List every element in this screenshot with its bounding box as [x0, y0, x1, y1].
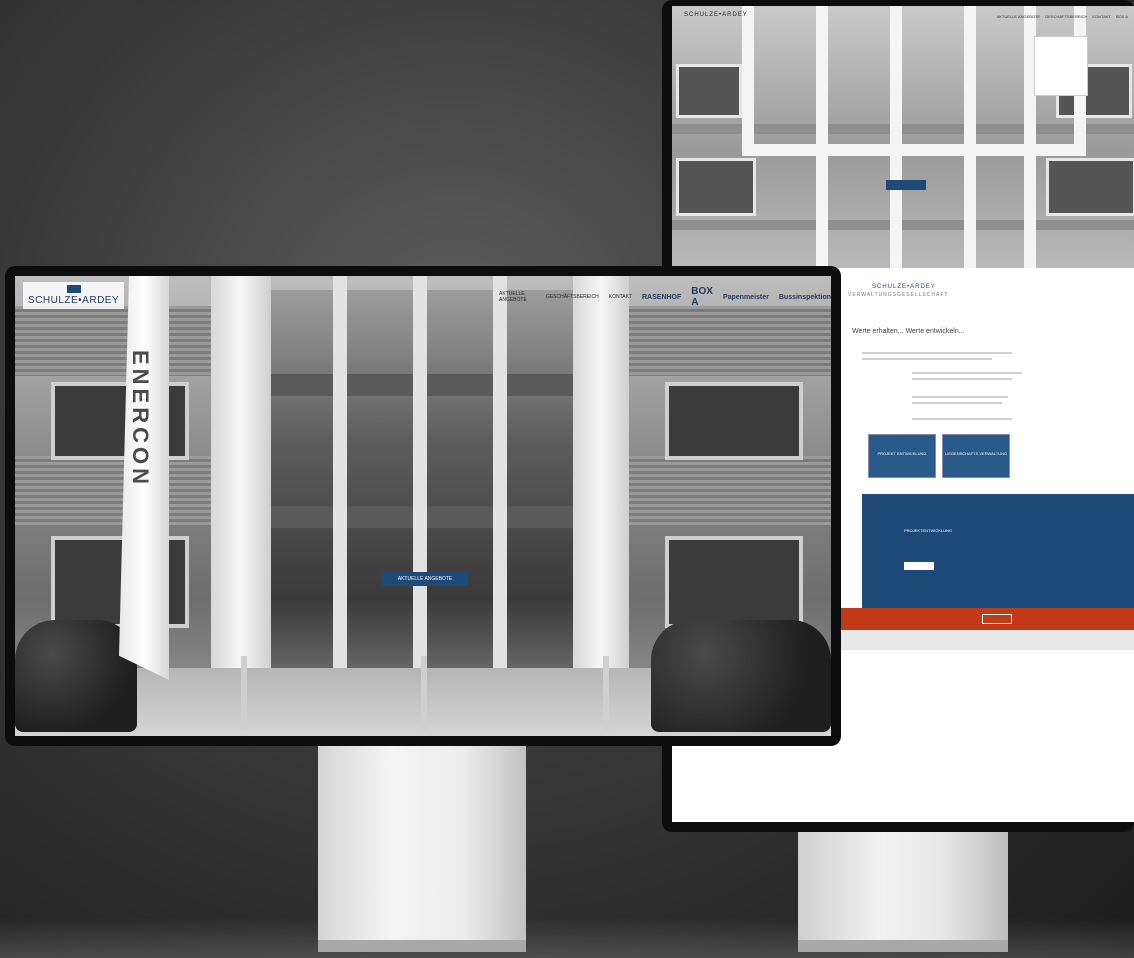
brand-link-bussinspektion[interactable]: Bussinspektion — [779, 294, 831, 301]
facade-window — [676, 64, 742, 118]
brand-link-papenmeister[interactable]: Papenmeister — [723, 294, 769, 301]
text-line — [912, 378, 1012, 380]
facade-band — [672, 220, 1134, 230]
facade-cladding — [627, 456, 831, 526]
nav-item[interactable]: Kontakt — [1092, 14, 1111, 19]
brand-link-rasenhof[interactable]: RASENHOF — [642, 294, 681, 301]
entrance-mullion — [413, 276, 427, 676]
entrance-pillar — [573, 276, 629, 676]
back-monitor-stand-base — [798, 940, 1008, 952]
text-line — [912, 402, 1002, 404]
service-tile-label: LIEGENSCHAFTS VERWALTUNG — [944, 451, 1008, 456]
nav-item-geschaeftsbereich[interactable]: Geschäftsbereich — [546, 294, 599, 300]
text-line — [862, 358, 992, 360]
facade-pillar — [816, 6, 828, 268]
nav-dropdown-menu[interactable] — [1034, 36, 1088, 96]
brand-link-box-a[interactable]: BOX A — [691, 286, 713, 308]
facade-window — [665, 536, 803, 628]
facade-window — [1046, 158, 1134, 216]
site-logo[interactable]: SCHULZE•ARDEY — [23, 282, 125, 309]
nav-item[interactable]: Aktuelle Angebote — [997, 14, 1041, 19]
contact-cta-button[interactable] — [982, 614, 1012, 624]
hedge — [15, 620, 137, 732]
text-line — [912, 372, 1022, 374]
facade-cladding — [627, 306, 831, 376]
front-monitor-screen: ENERCON SCHULZE•ARDEY Aktuelle Angebote … — [15, 276, 831, 736]
bollard — [421, 656, 427, 730]
text-line — [912, 418, 1012, 420]
nav-item[interactable]: Geschäftsbereich — [1045, 14, 1087, 19]
site-logo-text: SCHULZE•ARDEY — [28, 295, 120, 306]
entrance-pillar — [211, 276, 271, 676]
back-monitor-stand — [798, 832, 1008, 948]
back-brand-subtitle: VERWALTUNGSGESELLSCHAFT — [848, 292, 949, 298]
facade-window — [665, 382, 803, 460]
nav-item-aktuelle-angebote[interactable]: Aktuelle Angebote — [499, 291, 536, 303]
entrance-mullion — [333, 276, 347, 676]
section-title: PROJEKTENTWICKLUNG — [904, 528, 953, 533]
main-nav: Aktuelle Angebote Geschäftsbereich Konta… — [499, 286, 831, 308]
front-monitor-stand-base — [318, 940, 526, 952]
front-monitor-stand — [318, 740, 526, 944]
hedge — [651, 620, 831, 732]
hero-cta-button[interactable]: Aktuelle Angebote — [382, 572, 468, 586]
nav-brand[interactable]: BOX A — [1116, 14, 1128, 19]
back-content-heading: Werte erhalten... Werte entwickeln... — [852, 328, 965, 335]
facade-pillar — [890, 6, 902, 268]
back-site-nav: Aktuelle Angebote Geschäftsbereich Konta… — [997, 14, 1128, 19]
bollard — [603, 656, 609, 730]
projektentwicklung-section: PROJEKTENTWICKLUNG — [862, 494, 1134, 610]
back-hero-image: SCHULZE•ARDEY Aktuelle Angebote Geschäft… — [672, 6, 1134, 268]
service-tile-label: PROJEKT ENTWICKLUNG — [877, 451, 927, 456]
service-tile[interactable]: LIEGENSCHAFTS VERWALTUNG — [942, 434, 1010, 478]
service-tile[interactable]: PROJEKT ENTWICKLUNG — [868, 434, 936, 478]
front-monitor: ENERCON SCHULZE•ARDEY Aktuelle Angebote … — [5, 266, 841, 746]
text-line — [862, 352, 1012, 354]
entrance-mullion — [493, 276, 507, 676]
back-brand-title: SCHULZE•ARDEY — [872, 284, 936, 290]
facade-pillar — [964, 6, 976, 268]
bollard — [241, 656, 247, 730]
facade-window — [676, 158, 756, 216]
back-site-logo[interactable]: SCHULZE•ARDEY — [684, 12, 748, 18]
enercon-banner-text: ENERCON — [128, 350, 153, 489]
facade-cladding — [15, 306, 215, 376]
text-line — [912, 396, 1008, 398]
facade-cladding — [15, 456, 215, 526]
contact-cta-band — [832, 608, 1134, 630]
back-footer — [832, 630, 1134, 650]
logo-mark-icon — [66, 285, 81, 293]
nav-item-kontakt[interactable]: Kontakt — [609, 294, 632, 300]
section-more-button[interactable] — [904, 562, 934, 570]
back-hero-cta-button[interactable] — [886, 180, 926, 190]
